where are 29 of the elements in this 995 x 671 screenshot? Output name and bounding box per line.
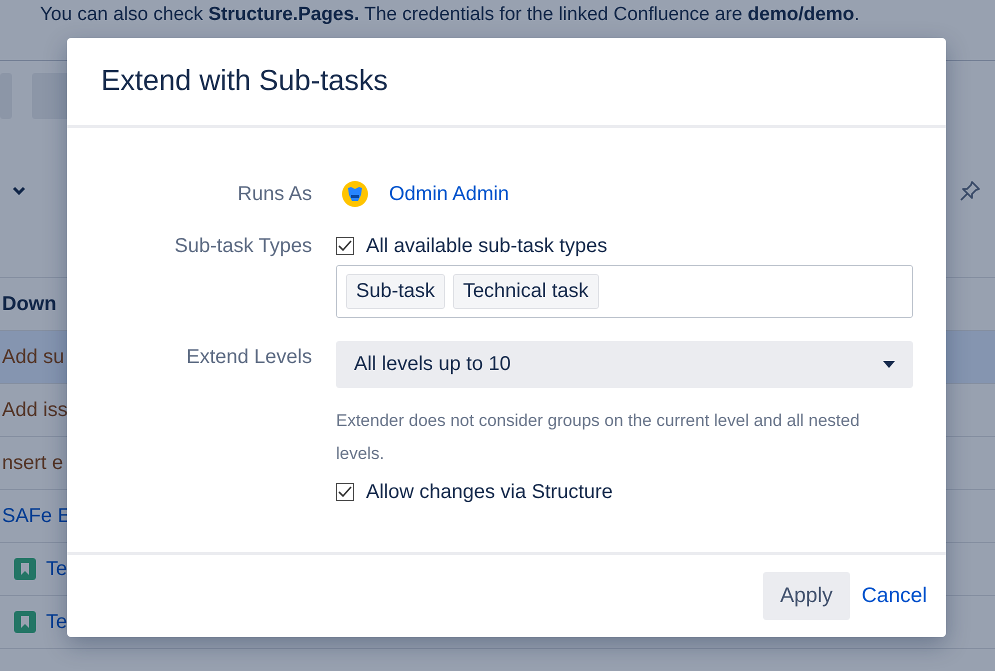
tag: Technical task bbox=[452, 274, 599, 309]
info-banner-text: You can also check Structure.Pages. The credentials for the linked Confluence are demo/demo. bbox=[40, 4, 860, 25]
checkbox[interactable] bbox=[336, 483, 354, 501]
cancel-button[interactable]: Cancel bbox=[850, 572, 932, 620]
checkbox-label: All available sub-task types bbox=[366, 234, 608, 258]
apply-button[interactable]: Apply bbox=[763, 572, 850, 620]
field-label: Sub-task Types bbox=[174, 235, 312, 257]
action-item[interactable]: Add su bbox=[2, 346, 64, 368]
column-header: Down bbox=[2, 292, 56, 316]
checkbox[interactable] bbox=[336, 237, 354, 255]
chevron-down-icon[interactable] bbox=[12, 186, 26, 196]
avatar-icon bbox=[342, 181, 368, 207]
field-label: Extend Levels bbox=[186, 346, 312, 368]
sub-task-types-field[interactable]: Sub-task Technical task bbox=[336, 265, 913, 318]
action-item[interactable]: Add iss bbox=[2, 398, 68, 422]
action-item[interactable]: nsert e bbox=[2, 452, 64, 474]
bookmark-icon bbox=[14, 558, 36, 580]
checkbox-label: Allow changes via Structure bbox=[366, 480, 613, 504]
issue-link[interactable]: Te bbox=[46, 610, 68, 634]
pin-icon[interactable] bbox=[958, 179, 982, 203]
caret-icon bbox=[883, 361, 895, 368]
bookmark-icon bbox=[14, 611, 36, 633]
issue-link[interactable]: Te bbox=[46, 558, 68, 580]
levels-dropdown[interactable]: All levels up to 10 bbox=[336, 341, 913, 388]
field-label: Runs As bbox=[238, 183, 312, 205]
dialog-title: Extend with Sub-tasks bbox=[101, 65, 388, 98]
user-link[interactable]: Odmin Admin bbox=[389, 182, 510, 206]
tag: Sub-task bbox=[346, 274, 445, 309]
help-text: Extender does not consider groups on the current level and all nested levels. bbox=[336, 410, 861, 465]
